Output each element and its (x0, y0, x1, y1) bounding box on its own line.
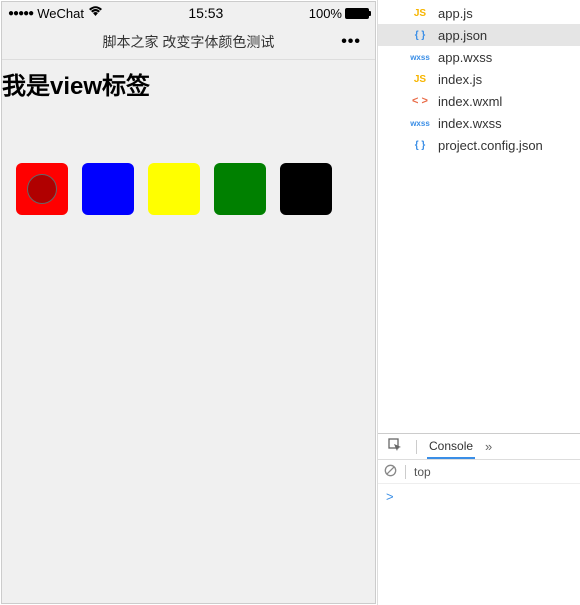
color-option-yellow[interactable] (148, 163, 200, 215)
file-name: index.js (438, 72, 482, 87)
file-name: project.config.json (438, 138, 543, 153)
page-title: 脚本之家 改变字体颜色测试 (103, 32, 275, 52)
color-option-red[interactable] (16, 163, 68, 215)
status-bar: ●●●●● WeChat 15:53 100% (2, 2, 375, 24)
file-item[interactable]: { } app.json (378, 24, 580, 46)
battery-icon (345, 8, 369, 19)
console-body[interactable]: > (378, 484, 580, 605)
color-option-blue[interactable] (82, 163, 134, 215)
context-selector[interactable]: top (414, 465, 431, 479)
file-type-icon: < > (408, 94, 432, 108)
console-filter-bar: top (378, 460, 580, 484)
more-tabs-icon[interactable]: » (485, 439, 492, 454)
carrier-label: WeChat (37, 6, 84, 21)
color-option-green[interactable] (214, 163, 266, 215)
status-time: 15:53 (188, 5, 223, 21)
file-name: app.wxss (438, 50, 492, 65)
file-type-icon: wxss (408, 50, 432, 64)
status-left: ●●●●● WeChat (8, 6, 103, 21)
console-tabs: Console » (378, 434, 580, 460)
page-content: 我是view标签 (2, 60, 375, 603)
file-list: JS app.js { } app.json wxss app.wxss JS index.j… (378, 0, 580, 433)
file-name: app.json (438, 28, 487, 43)
status-right: 100% (309, 6, 369, 21)
nav-bar: 脚本之家 改变字体颜色测试 ••• (2, 24, 375, 60)
file-name: index.wxss (438, 116, 502, 131)
file-item[interactable]: JS index.js (378, 68, 580, 90)
file-item[interactable]: JS app.js (378, 2, 580, 24)
wifi-icon (88, 6, 103, 20)
color-row (2, 105, 375, 215)
separator (416, 440, 417, 454)
radio-selected-icon (27, 174, 57, 204)
console-panel: Console » top > (378, 433, 580, 605)
file-item[interactable]: < > index.wxml (378, 90, 580, 112)
prompt-icon: > (386, 489, 394, 504)
battery-percent: 100% (309, 6, 342, 21)
file-item[interactable]: wxss app.wxss (378, 46, 580, 68)
signal-icon: ●●●●● (8, 8, 33, 19)
phone-simulator: ●●●●● WeChat 15:53 100% 脚本之家 改变字体颜色测试 ••… (1, 1, 376, 604)
file-type-icon: JS (408, 72, 432, 86)
file-type-icon: wxss (408, 116, 432, 130)
separator (405, 465, 406, 479)
color-option-black[interactable] (280, 163, 332, 215)
inspect-icon[interactable] (384, 438, 406, 455)
file-name: app.js (438, 6, 473, 21)
view-label: 我是view标签 (2, 60, 375, 105)
clear-icon[interactable] (384, 464, 397, 480)
file-type-icon: JS (408, 6, 432, 20)
menu-icon[interactable]: ••• (341, 33, 361, 51)
file-type-icon: { } (408, 28, 432, 42)
file-type-icon: { } (408, 138, 432, 152)
file-item[interactable]: wxss index.wxss (378, 112, 580, 134)
right-panel: JS app.js { } app.json wxss app.wxss JS index.j… (377, 0, 580, 605)
file-item[interactable]: { } project.config.json (378, 134, 580, 156)
file-name: index.wxml (438, 94, 502, 109)
tab-console[interactable]: Console (427, 434, 475, 459)
